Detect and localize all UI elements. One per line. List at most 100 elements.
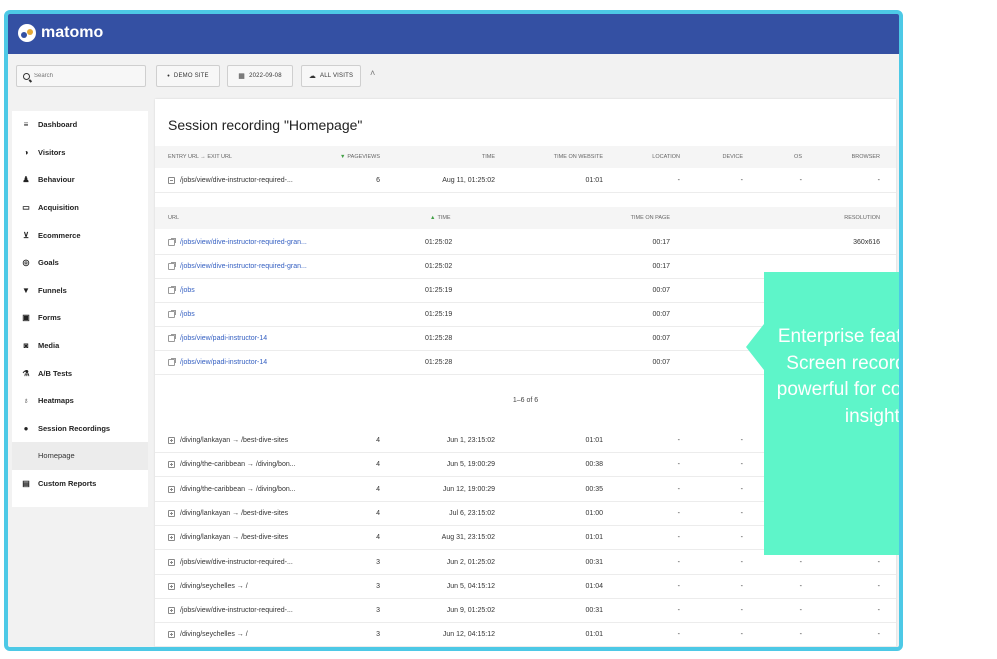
sidebar-item-homepage[interactable]: Homepage <box>12 442 148 470</box>
table-row-expanded[interactable]: /jobs/view/dive-instructor-required-... … <box>155 169 896 193</box>
external-link-icon <box>168 238 176 246</box>
column-header-device[interactable]: DEVICE <box>705 146 743 168</box>
list-icon: ≡ <box>23 120 29 130</box>
sidebar-item-custom-reports[interactable]: ▤ Custom Reports <box>12 470 148 498</box>
collapse-icon[interactable]: ˄ <box>370 68 375 78</box>
sidebar-item-heatmaps[interactable]: ♁ Heatmaps <box>12 387 148 415</box>
expand-row-icon[interactable] <box>168 461 175 469</box>
row-device: - <box>740 437 743 444</box>
sidebar: ≡ Dashboard ◑ Visitors ♟ Behaviour ▭ Acquisi… <box>12 111 148 507</box>
funnel-icon: ▼ <box>22 285 30 295</box>
row-pageviews: 4 <box>376 534 380 542</box>
pageview-time: 01:25:28 <box>425 359 453 366</box>
row-url: /diving/lankayan → /best-dive-sites <box>168 429 288 452</box>
table-row[interactable]: /diving/seychelles → / 3 Jun 5, 04:15:12 01… <box>155 575 896 599</box>
expand-row-icon[interactable] <box>168 437 175 444</box>
flame-icon: ♁ <box>23 396 29 406</box>
pageview-url[interactable]: /jobs/view/dive-instructor-required-gran… <box>168 255 307 278</box>
row-url: /diving/lankayan → /best-dive-sites <box>168 526 288 549</box>
table-row[interactable]: /diving/seychelles → / 3 Jun 12, 04:15:12 0… <box>155 623 896 647</box>
column-header-url[interactable]: ENTRY URL → EXIT URL <box>168 146 232 168</box>
column-header-location[interactable]: LOCATION <box>635 146 680 168</box>
row-pageviews: 3 <box>376 607 380 615</box>
pageview-url[interactable]: /jobs/view/padi-instructor-14 <box>168 351 267 374</box>
column-header-os[interactable]: OS <box>775 146 802 168</box>
sidebar-item-ecommerce[interactable]: ⊻ Ecommerce <box>12 221 148 249</box>
search-input[interactable] <box>34 73 134 79</box>
column-header-pv-resolution[interactable]: RESOLUTION <box>805 207 880 229</box>
search-box[interactable] <box>16 65 146 87</box>
row-url-text: /jobs/view/dive-instructor-required-... <box>180 177 293 184</box>
row-device: - <box>740 177 743 184</box>
matomo-logo[interactable]: matomo <box>18 24 103 42</box>
expand-row-icon[interactable] <box>168 485 175 493</box>
pageview-url[interactable]: /jobs/view/padi-instructor-14 <box>168 327 267 350</box>
sidebar-item-visitors[interactable]: ◑ Visitors <box>12 139 148 167</box>
expand-row-icon[interactable] <box>168 607 175 615</box>
column-header-time-on-website[interactable]: TIME ON WEBSITE <box>525 146 603 168</box>
expand-row-icon[interactable] <box>168 631 175 639</box>
sidebar-item-goals[interactable]: ◎ Goals <box>12 249 148 277</box>
pageview-url[interactable]: /jobs <box>168 279 195 302</box>
pageview-row[interactable]: /jobs/view/dive-instructor-required-gran… <box>155 231 896 255</box>
visitors-icon: ◑ <box>23 147 29 157</box>
column-header-time[interactable]: TIME <box>445 146 495 168</box>
row-time: Jun 2, 01:25:02 <box>446 558 495 566</box>
column-header-pv-time-on-page[interactable]: TIME ON PAGE <box>595 207 670 229</box>
expand-row-icon[interactable] <box>168 582 175 590</box>
row-os: - <box>799 607 802 615</box>
expand-row-icon[interactable] <box>168 534 175 542</box>
sort-desc-icon: ▼ <box>339 154 346 160</box>
sidebar-item-session-recordings[interactable]: ● Session Recordings <box>12 415 148 443</box>
row-url-text: /jobs/view/dive-instructor-required-... <box>180 558 293 566</box>
media-icon: ◙ <box>23 341 29 351</box>
sidebar-item-label: Session Recordings <box>38 423 111 433</box>
expand-row-icon[interactable] <box>168 509 175 517</box>
row-device: - <box>740 534 743 542</box>
date-selector-button[interactable]: ▦ 2022-09-08 <box>227 65 293 87</box>
sidebar-item-dashboard[interactable]: ≡ Dashboard <box>12 111 148 139</box>
expand-row-icon[interactable] <box>168 558 175 566</box>
sidebar-item-media[interactable]: ◙ Media <box>12 332 148 360</box>
row-time: Jun 1, 23:15:02 <box>446 437 495 444</box>
pageview-url[interactable]: /jobs <box>168 303 195 326</box>
row-location: - <box>677 558 680 566</box>
table-row[interactable]: /jobs/view/dive-instructor-required-... 3… <box>155 599 896 624</box>
pageview-url[interactable]: /jobs/view/dive-instructor-required-gran… <box>168 231 307 254</box>
sidebar-item-forms[interactable]: ▣ Forms <box>12 304 148 332</box>
row-url: /jobs/view/dive-instructor-required-... <box>168 599 293 622</box>
sidebar-item-ab-tests[interactable]: ⚗ A/B Tests <box>12 359 148 387</box>
row-time: Jun 12, 19:00:29 <box>442 485 495 493</box>
sidebar-item-label: Funnels <box>38 285 67 295</box>
column-header-pv-url[interactable]: URL <box>168 207 179 229</box>
column-header-pv-time[interactable]: ▲ TIME <box>430 207 451 229</box>
row-time: Jun 5, 04:15:12 <box>446 582 495 590</box>
row-device: - <box>740 582 743 590</box>
row-device: - <box>740 631 743 639</box>
row-os: - <box>799 631 802 639</box>
sidebar-item-label: A/B Tests <box>38 368 73 378</box>
pageview-url-text: /jobs <box>180 287 195 294</box>
pageview-time-on-page: 00:17 <box>652 263 670 270</box>
row-url: /diving/seychelles → / <box>168 623 248 646</box>
collapse-row-icon[interactable] <box>168 177 175 184</box>
sidebar-item-acquisition[interactable]: ▭ Acquisition <box>12 194 148 222</box>
sidebar-item-funnels[interactable]: ▼ Funnels <box>12 277 148 305</box>
row-time: Jul 6, 23:15:02 <box>449 509 495 517</box>
row-url-text: /diving/seychelles → / <box>180 631 248 639</box>
site-selector-button[interactable]: • DEMO SITE <box>156 65 220 87</box>
column-header-pageviews[interactable]: ▼ PAGEVIEWS <box>335 146 380 168</box>
row-time: Jun 12, 04:15:12 <box>442 631 495 639</box>
row-location: - <box>677 607 680 615</box>
row-device: - <box>740 461 743 469</box>
segment-selector-button[interactable]: ☁ ALL VISITS <box>301 65 361 87</box>
pageview-time-on-page: 00:07 <box>652 287 670 294</box>
row-browser: - <box>877 177 880 184</box>
external-link-icon <box>168 286 176 294</box>
external-link-icon <box>168 262 176 270</box>
pageview-url-text: /jobs/view/padi-instructor-14 <box>180 335 268 342</box>
pageview-time-on-page: 00:07 <box>652 359 670 366</box>
column-header-browser[interactable]: BROWSER <box>835 146 880 168</box>
row-os: - <box>799 582 802 590</box>
sidebar-item-behaviour[interactable]: ♟ Behaviour <box>12 166 148 194</box>
